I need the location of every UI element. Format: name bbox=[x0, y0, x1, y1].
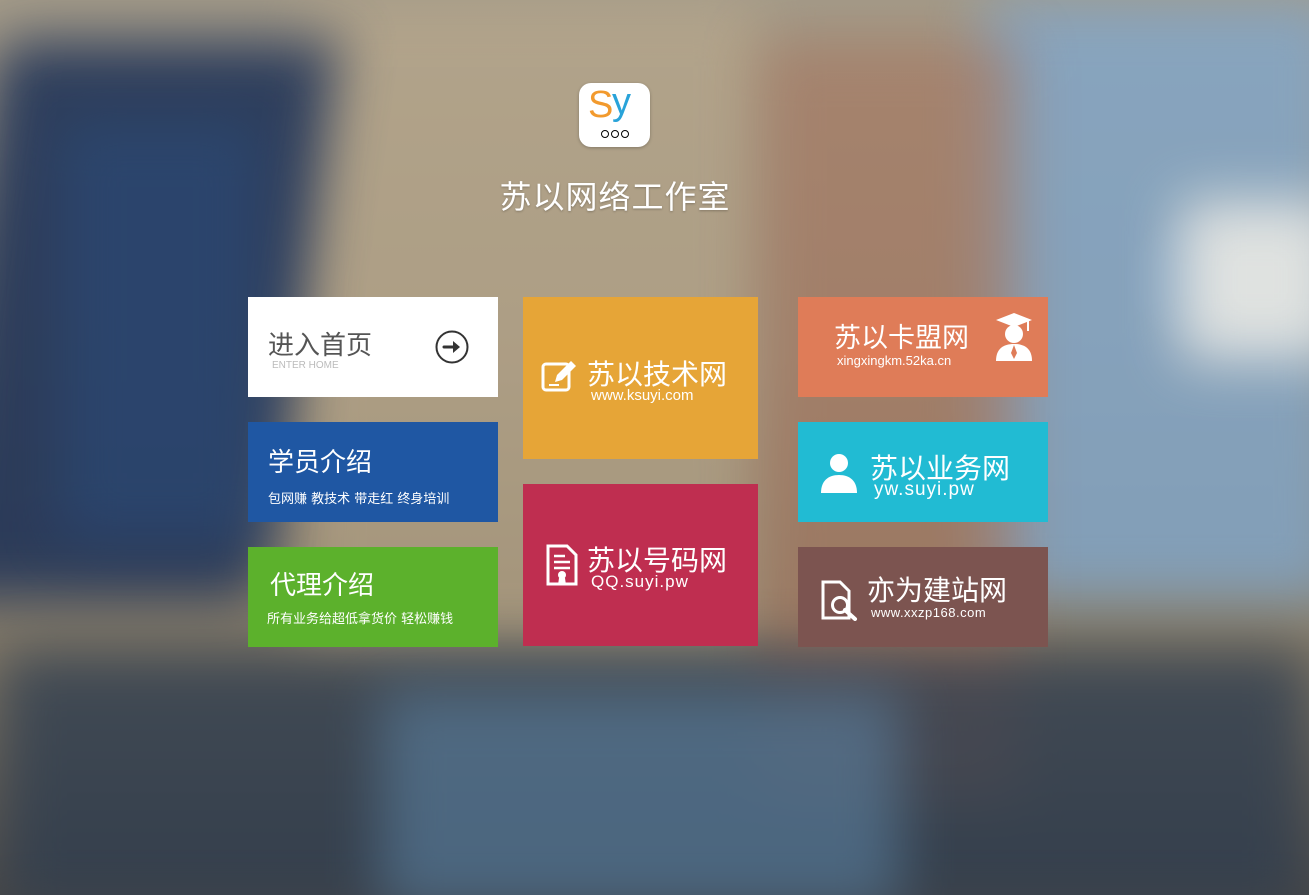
student-intro-tile[interactable]: 学员介绍 包网赚 教技术 带走红 终身培训 bbox=[248, 422, 498, 522]
logo-dot-orange bbox=[611, 130, 619, 138]
certificate-document-icon bbox=[546, 544, 578, 586]
user-icon bbox=[821, 454, 857, 493]
card-alliance-title: 苏以卡盟网 bbox=[834, 323, 969, 354]
enter-home-label: 进入首页 bbox=[268, 331, 373, 361]
file-search-icon bbox=[821, 580, 857, 621]
student-intro-desc: 包网赚 教技术 带走红 终身培训 bbox=[268, 492, 450, 507]
tech-site-tile[interactable]: 苏以技术网 www.ksuyi.com bbox=[523, 297, 758, 459]
student-intro-title: 学员介绍 bbox=[268, 448, 373, 478]
business-site-url: yw.suyi.pw bbox=[874, 479, 975, 500]
logo-letter-s: S bbox=[588, 84, 614, 126]
tech-site-url: www.ksuyi.com bbox=[591, 387, 694, 404]
number-site-tile[interactable]: 苏以号码网 QQ.suyi.pw bbox=[523, 484, 758, 646]
agent-intro-desc: 所有业务给超低拿货价 轻松赚钱 bbox=[267, 612, 454, 627]
site-builder-title: 亦为建站网 bbox=[867, 574, 1008, 607]
logo-letter-y: y bbox=[612, 81, 631, 123]
site-builder-url: www.xxzp168.com bbox=[871, 605, 987, 620]
logo-dot-red bbox=[601, 130, 609, 138]
logo: S y bbox=[579, 81, 650, 147]
card-alliance-tile[interactable]: 苏以卡盟网 xingxingkm.52ka.cn bbox=[798, 297, 1048, 397]
business-site-tile[interactable]: 苏以业务网 yw.suyi.pw bbox=[798, 422, 1048, 522]
logo-dot-green bbox=[621, 130, 629, 138]
enter-home-subtitle: ENTER HOME bbox=[272, 360, 339, 371]
agent-intro-tile[interactable]: 代理介绍 所有业务给超低拿货价 轻松赚钱 bbox=[248, 547, 498, 647]
card-alliance-url: xingxingkm.52ka.cn bbox=[837, 353, 952, 368]
arrow-right-circle-icon bbox=[435, 330, 469, 364]
site-title: 苏以网络工作室 bbox=[499, 178, 731, 216]
number-site-url: QQ.suyi.pw bbox=[591, 572, 689, 591]
graduate-icon bbox=[996, 313, 1032, 361]
edit-icon bbox=[541, 361, 576, 392]
enter-home-tile[interactable]: 进入首页 ENTER HOME bbox=[248, 297, 498, 397]
site-builder-tile[interactable]: 亦为建站网 www.xxzp168.com bbox=[798, 547, 1048, 647]
agent-intro-title: 代理介绍 bbox=[270, 571, 375, 601]
